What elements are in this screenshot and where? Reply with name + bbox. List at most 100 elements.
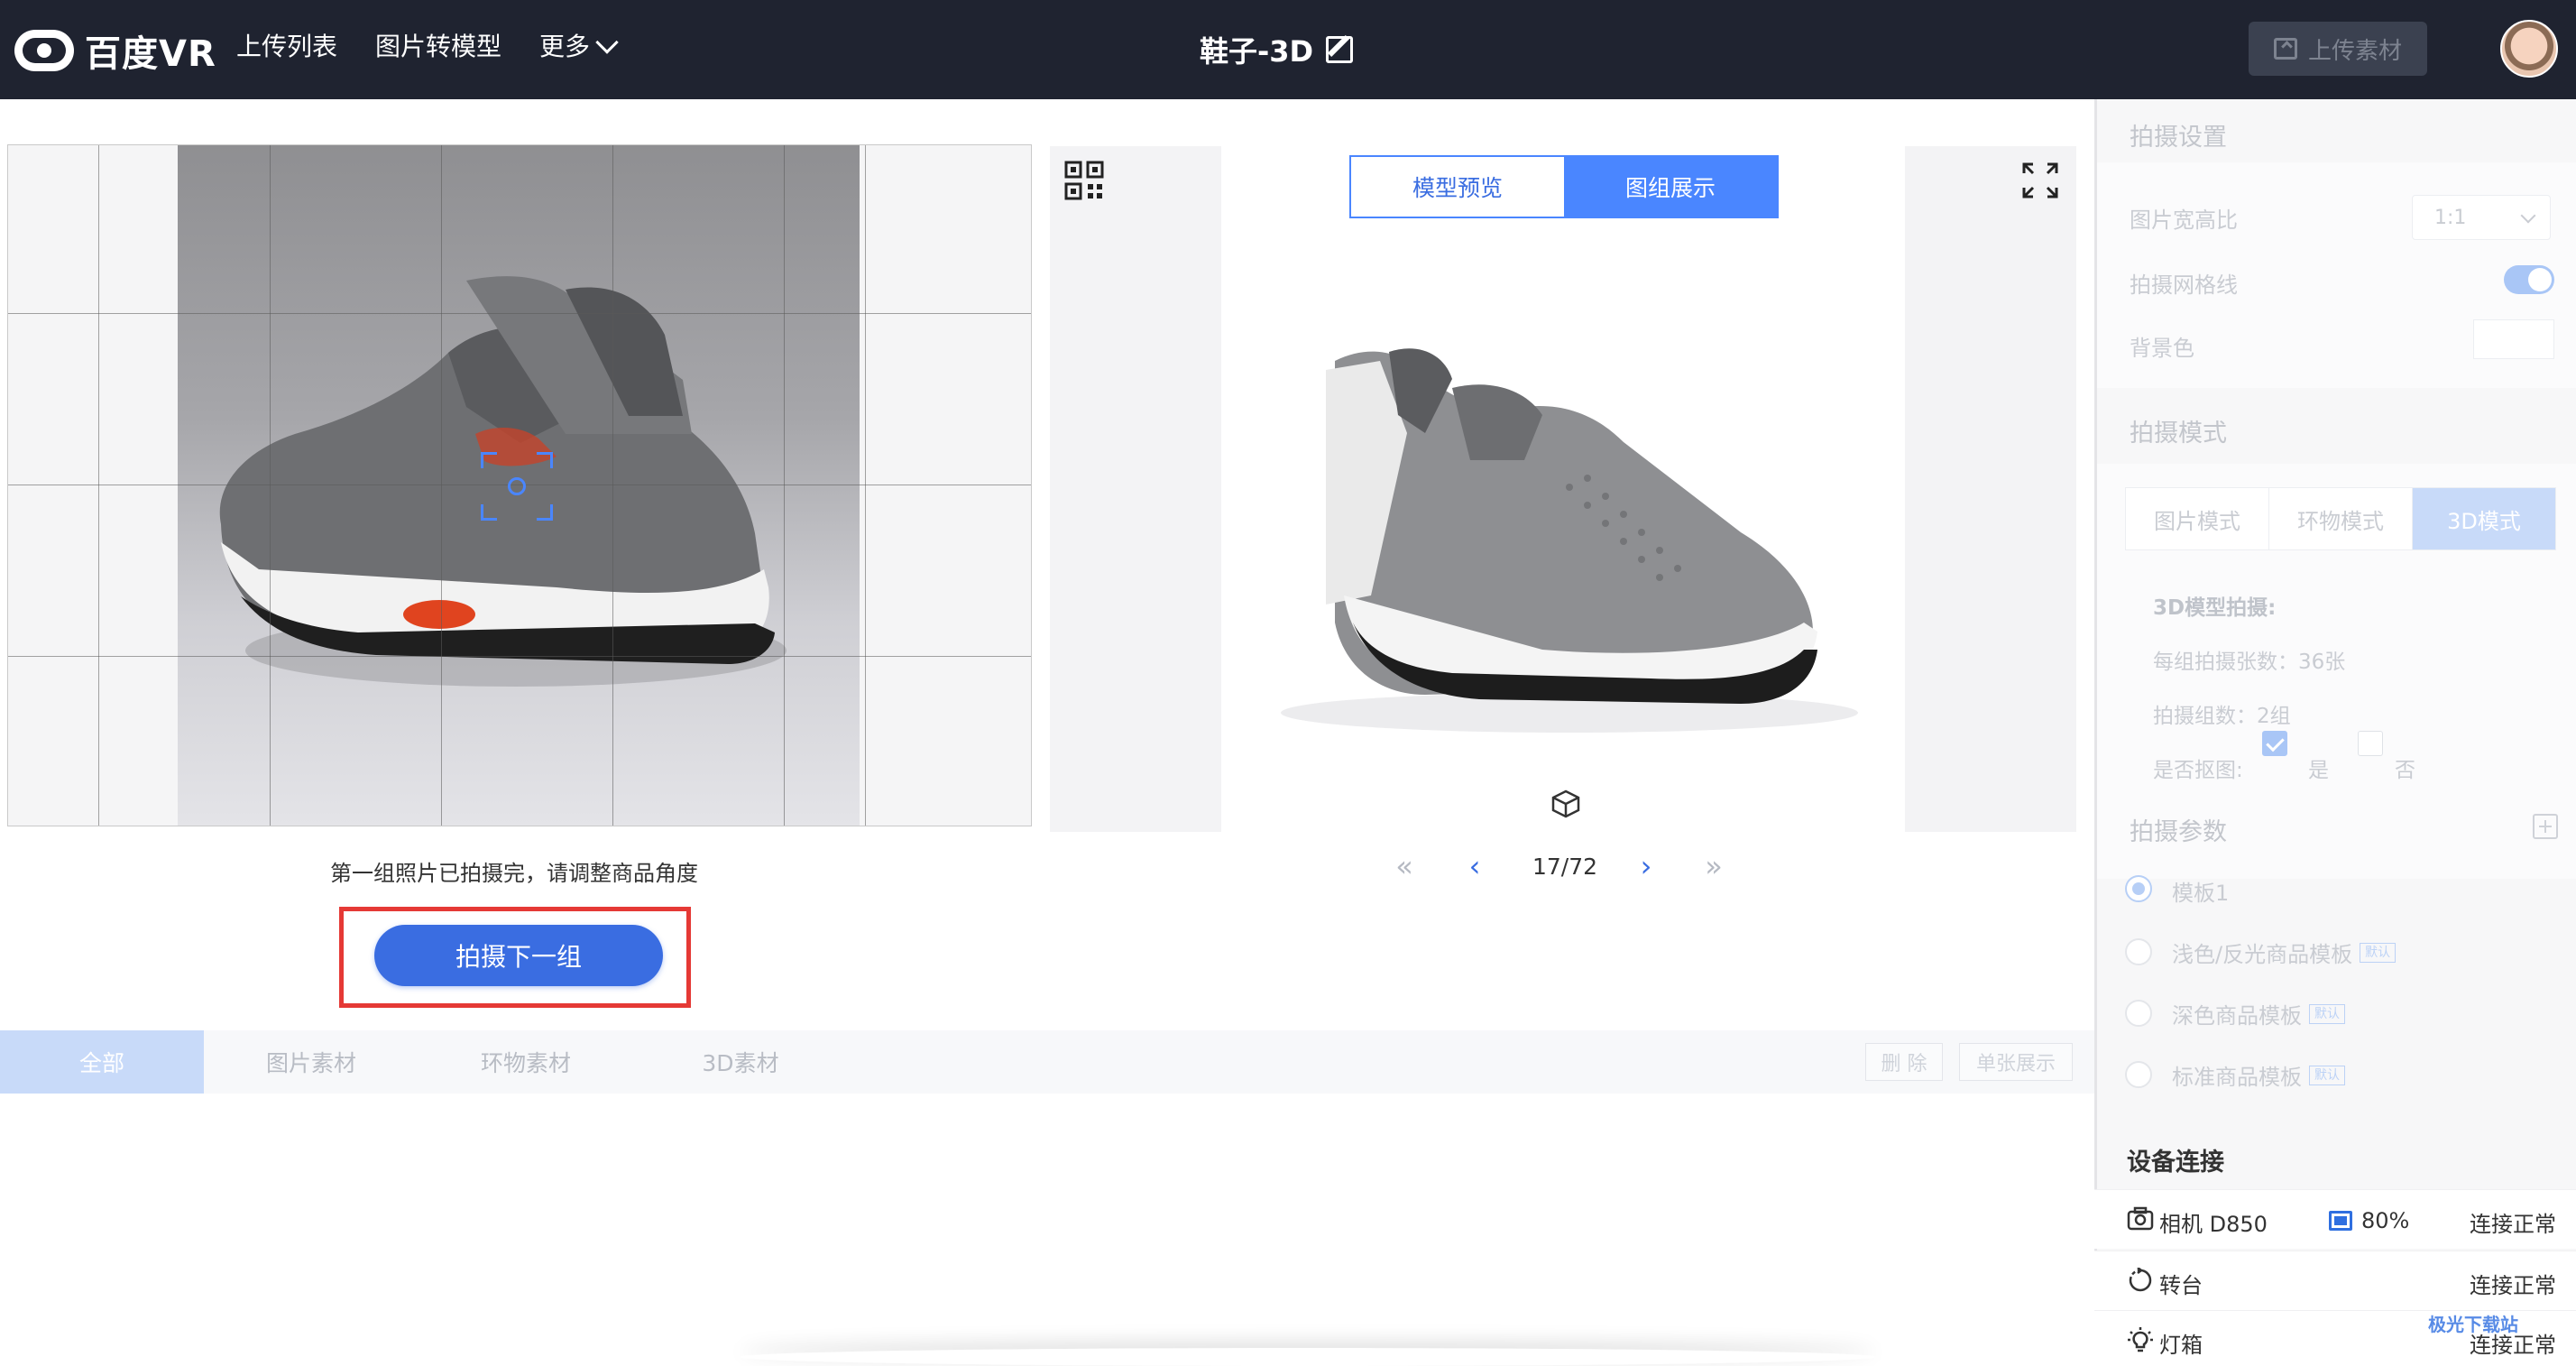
upload-material-label: 上传素材: [2307, 37, 2402, 65]
camera-icon: [2127, 1206, 2154, 1231]
template-label-standard: 标准商品模板 默认: [2172, 1059, 2345, 1091]
cutout-yes-label: 是: [2308, 759, 2329, 782]
user-avatar[interactable]: [2500, 20, 2558, 78]
mode-tab-3d[interactable]: 3D模式: [2413, 488, 2555, 549]
grid-line: [612, 145, 613, 826]
grid-line: [8, 656, 1031, 657]
focus-reticle: [481, 452, 553, 521]
aspect-ratio-select[interactable]: 1:1: [2412, 195, 2551, 240]
template-radio-standard[interactable]: [2125, 1061, 2152, 1088]
turntable-icon: [2129, 1268, 2152, 1292]
section-title-capture-params: 拍摄参数: [2130, 818, 2227, 846]
pager-first-button[interactable]: «: [1391, 848, 1418, 884]
upload-material-button[interactable]: 上传素材: [2249, 22, 2427, 76]
lightbox-name: 灯箱: [2159, 1333, 2203, 1358]
turntable-name: 转台: [2159, 1273, 2203, 1298]
cutout-yes-checkbox[interactable]: [2262, 731, 2287, 756]
template-label-1: 模板1: [2172, 881, 2230, 906]
fullscreen-icon[interactable]: [2020, 161, 2060, 200]
delete-button[interactable]: 删 除: [1865, 1043, 1943, 1081]
aspect-ratio-label: 图片宽高比: [2130, 208, 2238, 233]
device-row-camera[interactable]: 相机 D850 80% 连接正常: [2094, 1189, 2576, 1249]
template-radio-dark[interactable]: [2125, 1000, 2152, 1027]
edit-icon[interactable]: [1326, 36, 1354, 63]
nav-image-to-model[interactable]: 图片转模型: [375, 27, 501, 67]
tab-model-preview[interactable]: 模型预览: [1351, 157, 1564, 217]
mode-tab-object[interactable]: 环物模式: [2269, 488, 2413, 549]
3d-cube-icon[interactable]: [1548, 789, 1584, 821]
pager-last-button[interactable]: »: [1700, 848, 1727, 884]
preview-shoe-image: [1281, 348, 1858, 733]
template-radio-1[interactable]: [2125, 875, 2152, 902]
shots-per-group: 每组拍摄张数：36张: [2153, 651, 2346, 674]
chevron-down-icon: [595, 31, 619, 54]
filter-tab-object[interactable]: 环物素材: [458, 1030, 593, 1094]
section-title-capture-mode: 拍摄模式: [2130, 420, 2227, 448]
pager-label: 17/72: [1532, 853, 1598, 880]
aspect-ratio-value: 1:1: [2434, 206, 2467, 229]
add-param-icon[interactable]: [2533, 814, 2558, 839]
grid-line: [441, 145, 442, 826]
nav-more[interactable]: 更多: [539, 27, 619, 67]
logo-text: 百度VR: [85, 33, 216, 75]
section-title-devices: 设备连接: [2127, 1149, 2224, 1177]
lightbulb-icon: [2128, 1327, 2153, 1352]
vr-logo-icon: [14, 30, 74, 71]
section-title-capture-settings: 拍摄设置: [2130, 124, 2227, 152]
mode-tab-image[interactable]: 图片模式: [2126, 488, 2269, 549]
filter-tab-3d[interactable]: 3D素材: [673, 1030, 808, 1094]
tab-image-group[interactable]: 图组展示: [1564, 157, 1777, 217]
nav-upload-list[interactable]: 上传列表: [236, 27, 337, 67]
qr-code-icon[interactable]: [1064, 161, 1104, 200]
background-color-swatch[interactable]: [2473, 319, 2554, 359]
baidu-vr-logo[interactable]: 百度VR: [14, 27, 216, 75]
grid-line: [865, 145, 866, 826]
chevron-down-icon: [2520, 208, 2536, 224]
group-count: 拍摄组数：2组: [2153, 705, 2291, 728]
nav-more-label: 更多: [539, 32, 591, 61]
cutout-no-checkbox[interactable]: [2358, 731, 2383, 756]
battery-icon: [2329, 1211, 2352, 1231]
single-view-button[interactable]: 单张展示: [1959, 1043, 2073, 1081]
pager-prev-button[interactable]: ‹: [1461, 848, 1488, 884]
default-badge: 默认: [2309, 1003, 2345, 1024]
3d-info-title: 3D模型拍摄:: [2153, 596, 2277, 620]
grid-line: [270, 145, 271, 826]
filter-tab-all[interactable]: 全部: [0, 1030, 204, 1094]
upload-icon: [2273, 38, 2297, 60]
material-filter-bar: 全部 图片素材 环物素材 3D素材 删 除 单张展示: [0, 1030, 2098, 1094]
template-radio-light[interactable]: [2125, 938, 2152, 965]
device-row-turntable[interactable]: 转台 连接正常: [2094, 1251, 2576, 1310]
capture-mode-tabs: 图片模式 环物模式 3D模式: [2125, 487, 2556, 550]
grid-line: [98, 145, 99, 826]
grid-lines-label: 拍摄网格线: [2130, 272, 2238, 298]
document-title-text: 鞋子-3D: [1200, 34, 1314, 69]
cutout-no-label: 否: [2395, 759, 2415, 782]
grid-line: [784, 145, 785, 826]
top-bar: 百度VR 上传列表 图片转模型 更多 鞋子-3D 上传素材: [0, 0, 2576, 99]
preview-side-right: [1905, 146, 2076, 832]
template-label-light: 浅色/反光商品模板 默认: [2172, 937, 2397, 968]
preview-side-left: [1050, 146, 1221, 832]
preview-tabs: 模型预览 图组展示: [1349, 155, 1779, 218]
scroll-shadow: [740, 1348, 1876, 1366]
default-badge: 默认: [2360, 942, 2397, 963]
template-label-dark: 深色商品模板 默认: [2172, 998, 2345, 1029]
cutout-label: 是否抠图:: [2153, 759, 2243, 782]
battery-indicator: 80%: [2329, 1208, 2409, 1233]
camera-viewfinder: [7, 144, 1032, 826]
camera-name: 相机 D850: [2159, 1212, 2268, 1237]
document-title: 鞋子-3D: [1200, 27, 1354, 72]
battery-level: 80%: [2361, 1208, 2410, 1233]
filter-tab-image[interactable]: 图片素材: [244, 1030, 379, 1094]
capture-hint: 第一组照片已拍摄完，请调整商品角度: [330, 861, 698, 886]
watermark-logo: 极光下载站: [2428, 1314, 2518, 1335]
camera-status: 连接正常: [2470, 1212, 2556, 1237]
turntable-status: 连接正常: [2470, 1273, 2556, 1298]
default-badge: 默认: [2309, 1065, 2345, 1085]
grid-line: [8, 313, 1031, 314]
pager-next-button[interactable]: ›: [1633, 848, 1660, 884]
capture-next-group-button[interactable]: 拍摄下一组: [374, 925, 663, 986]
background-color-label: 背景色: [2130, 336, 2194, 361]
grid-lines-toggle[interactable]: [2504, 265, 2554, 294]
